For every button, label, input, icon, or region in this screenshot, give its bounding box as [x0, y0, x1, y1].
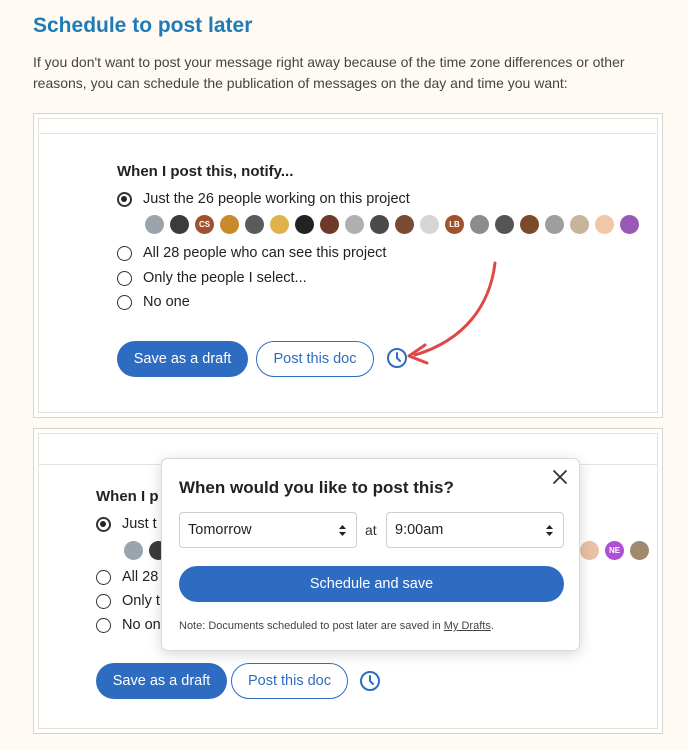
time-select[interactable]: 9:00am: [386, 512, 564, 548]
section-heading: Schedule to post later: [33, 14, 253, 37]
modal-note: Note: Documents scheduled to post later …: [179, 620, 494, 632]
modal-title: When would you like to post this?: [179, 478, 454, 497]
avatar: [580, 541, 599, 560]
note-text: Note: Documents scheduled to post later …: [179, 620, 444, 632]
save-draft-button[interactable]: Save as a draft: [117, 341, 248, 377]
avatar: [270, 215, 289, 234]
option-label: Only the people I select...: [143, 270, 307, 286]
select-caret-icon: [546, 525, 553, 536]
avatar: [395, 215, 414, 234]
avatar: CS: [195, 215, 214, 234]
avatar-list-right: NE: [580, 541, 655, 560]
post-doc-button[interactable]: Post this doc: [231, 663, 348, 699]
avatar: [220, 215, 239, 234]
select-caret-icon: [339, 525, 346, 536]
avatar: [370, 215, 389, 234]
option-label: All 28: [122, 569, 159, 585]
avatar: [620, 215, 639, 234]
notify-title: When I post this, notify...: [117, 163, 294, 180]
notify-option-team[interactable]: Just t: [96, 516, 157, 532]
notify-option-select[interactable]: Only the people I select...: [117, 270, 307, 286]
option-label: Just t: [122, 516, 157, 532]
avatar: [345, 215, 364, 234]
avatar: [470, 215, 489, 234]
close-icon[interactable]: [551, 468, 569, 486]
radio[interactable]: [96, 593, 111, 609]
my-drafts-link[interactable]: My Drafts: [444, 620, 491, 632]
avatar: [295, 215, 314, 234]
save-draft-button[interactable]: Save as a draft: [96, 663, 227, 699]
note-suffix: .: [490, 620, 494, 632]
avatar: [420, 215, 439, 234]
radio-selected[interactable]: [117, 191, 132, 207]
option-label: All 28 people who can see this project: [143, 245, 387, 261]
radio-selected[interactable]: [96, 516, 111, 532]
radio[interactable]: [96, 617, 111, 633]
screenshot-notify-options: When I post this, notify... Just the 26 …: [33, 113, 663, 418]
avatar: [320, 215, 339, 234]
avatar: [595, 215, 614, 234]
notify-title-partial: When I p: [96, 488, 159, 505]
at-label: at: [365, 522, 377, 538]
avatar: NE: [605, 541, 624, 560]
avatar: [545, 215, 564, 234]
notify-option-team[interactable]: Just the 26 people working on this proje…: [117, 191, 410, 207]
radio[interactable]: [117, 270, 132, 286]
avatar: [520, 215, 539, 234]
avatar: [245, 215, 264, 234]
option-label: Only t: [122, 593, 160, 609]
avatar: [570, 215, 589, 234]
clock-icon[interactable]: [359, 670, 381, 692]
avatar: LB: [445, 215, 464, 234]
annotation-arrow: [407, 261, 497, 365]
notify-option-all[interactable]: All 28 people who can see this project: [117, 245, 386, 261]
option-label: No one: [143, 294, 190, 310]
avatar: [170, 215, 189, 234]
notify-option-select[interactable]: Only t: [96, 593, 160, 609]
time-select-value: 9:00am: [395, 522, 444, 538]
radio[interactable]: [117, 245, 132, 261]
avatar: [145, 215, 164, 234]
notify-option-none[interactable]: No on: [96, 617, 161, 633]
radio[interactable]: [96, 569, 111, 585]
intro-paragraph: If you don't want to post your message r…: [33, 54, 625, 91]
radio[interactable]: [117, 294, 132, 310]
avatar-list: CS LB: [145, 215, 645, 234]
avatar: [124, 541, 143, 560]
schedule-and-save-button[interactable]: Schedule and save: [179, 566, 564, 602]
schedule-modal: When would you like to post this? Tomorr…: [161, 458, 580, 651]
notify-option-all[interactable]: All 28: [96, 569, 158, 585]
day-select[interactable]: Tomorrow: [179, 512, 357, 548]
option-label: Just the 26 people working on this proje…: [143, 191, 410, 207]
avatar: [630, 541, 649, 560]
day-select-value: Tomorrow: [188, 522, 252, 538]
post-doc-button[interactable]: Post this doc: [256, 341, 374, 377]
avatar: [495, 215, 514, 234]
notify-option-none[interactable]: No one: [117, 294, 190, 310]
option-label: No on: [122, 617, 161, 633]
